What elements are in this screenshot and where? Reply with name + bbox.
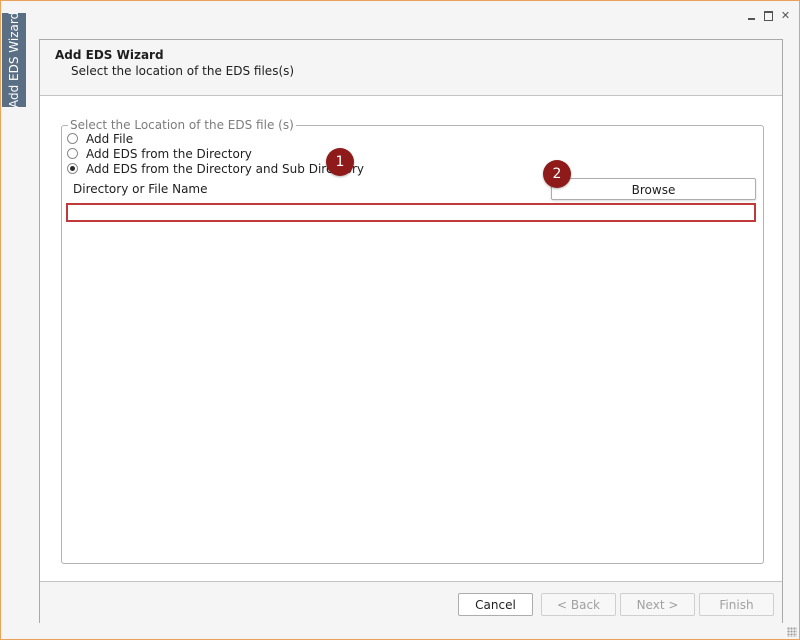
- browse-button[interactable]: Browse: [551, 178, 756, 200]
- option-label: Add EDS from the Directory: [86, 146, 252, 161]
- location-groupbox: Select the Location of the EDS file (s) …: [61, 118, 764, 564]
- page-title: Add EDS Wizard: [55, 48, 164, 62]
- groupbox-legend: Select the Location of the EDS file (s): [68, 118, 296, 132]
- option-add-from-subdirectory[interactable]: Add EDS from the Directory and Sub Direc…: [67, 161, 364, 176]
- callout-badge-1: 1: [326, 148, 354, 176]
- page-subtitle: Select the location of the EDS files(s): [71, 64, 295, 78]
- path-input[interactable]: [66, 203, 756, 222]
- side-tab-label: Add EDS Wizard: [7, 11, 21, 109]
- next-button[interactable]: Next >: [620, 593, 695, 616]
- wizard-content: Select the Location of the EDS file (s) …: [40, 96, 782, 580]
- radio-add-from-subdirectory[interactable]: [67, 163, 78, 174]
- maximize-icon[interactable]: [763, 10, 774, 21]
- radio-add-file[interactable]: [67, 133, 78, 144]
- wizard-dialog: Add EDS Wizard Select the location of th…: [39, 39, 783, 623]
- option-label: Add EDS from the Directory and Sub Direc…: [86, 161, 365, 176]
- option-add-file[interactable]: Add File: [67, 131, 133, 146]
- wizard-footer: Cancel < Back Next > Finish: [40, 581, 782, 623]
- minimize-icon[interactable]: [746, 10, 757, 21]
- option-label: Add File: [86, 131, 134, 146]
- window-controls: ✕: [746, 10, 791, 21]
- path-field-label: Directory or File Name: [73, 182, 208, 196]
- back-button[interactable]: < Back: [541, 593, 616, 616]
- callout-badge-2: 2: [543, 160, 571, 188]
- wizard-window: Add EDS Wizard ✕ Add EDS Wizard Select t…: [0, 0, 800, 640]
- side-tab[interactable]: Add EDS Wizard: [2, 11, 26, 109]
- radio-add-from-directory[interactable]: [67, 148, 78, 159]
- option-add-from-directory[interactable]: Add EDS from the Directory: [67, 146, 252, 161]
- wizard-header: Add EDS Wizard Select the location of th…: [40, 40, 782, 96]
- resize-grip[interactable]: [787, 627, 797, 637]
- cancel-button[interactable]: Cancel: [458, 593, 533, 616]
- close-icon[interactable]: ✕: [780, 10, 791, 21]
- finish-button[interactable]: Finish: [699, 593, 774, 616]
